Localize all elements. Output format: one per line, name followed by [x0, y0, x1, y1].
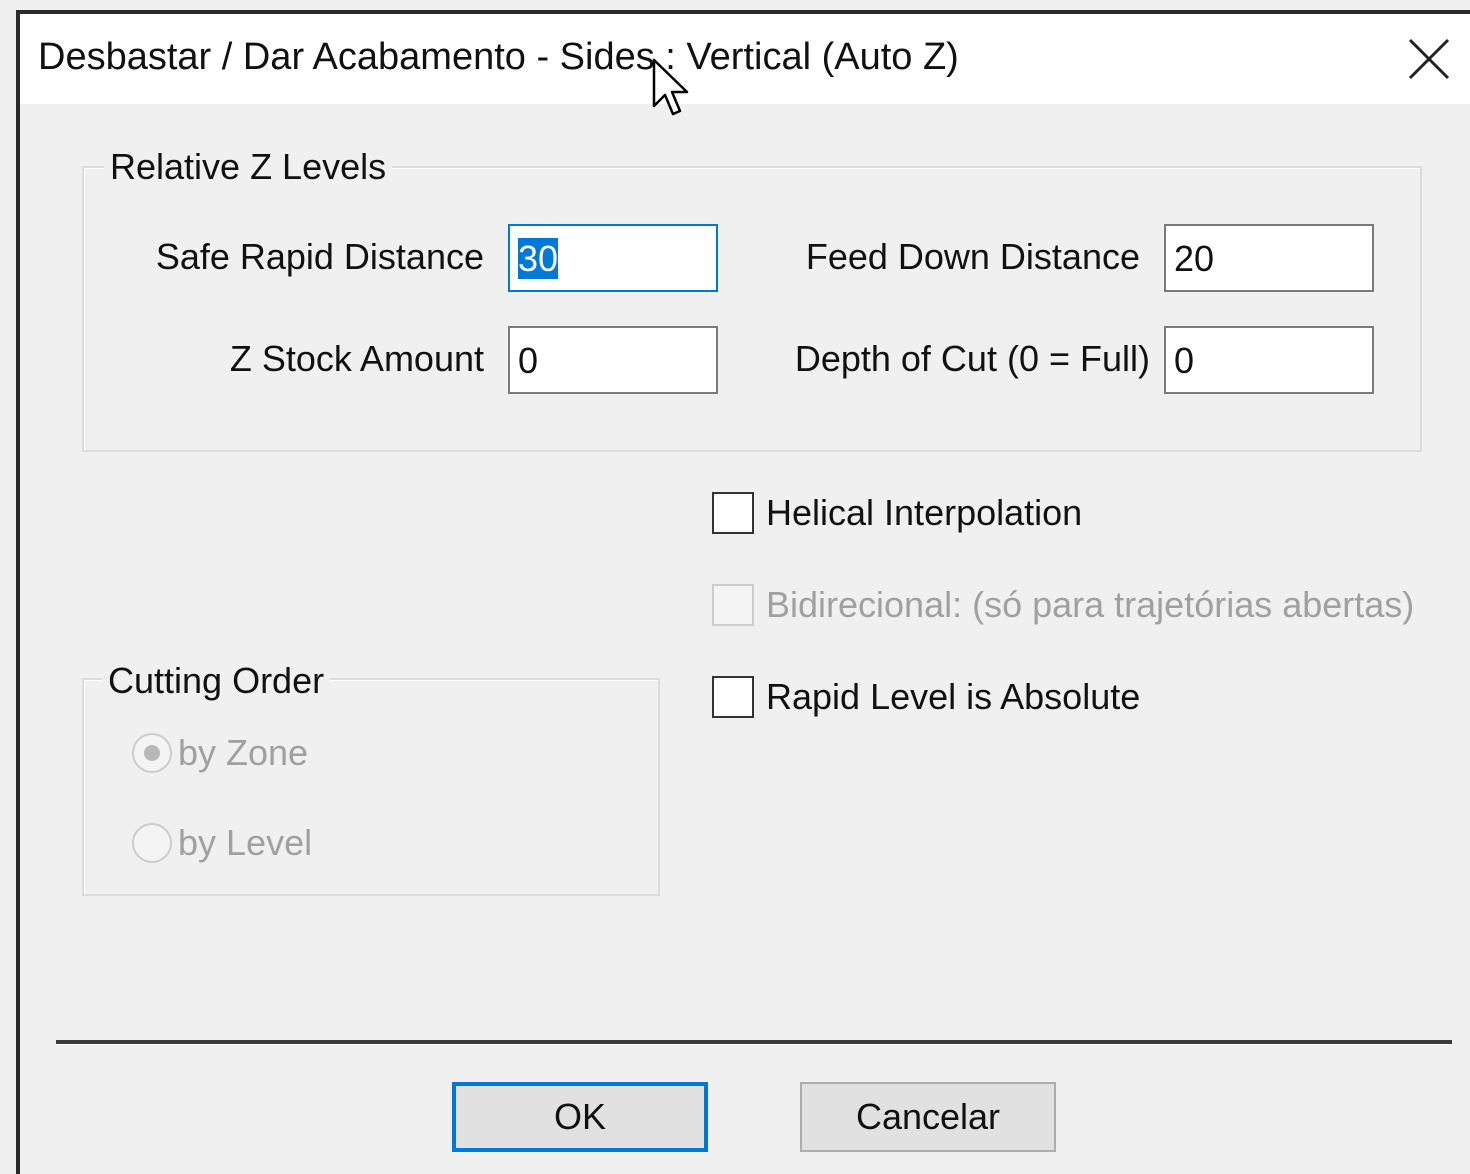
safe-rapid-distance-label: Safe Rapid Distance	[155, 236, 484, 277]
depth-of-cut-input[interactable]: 0	[1164, 326, 1374, 394]
by-level-radio	[132, 823, 172, 863]
window-title: Desbastar / Dar Acabamento - Sides : Ver…	[38, 36, 959, 78]
cancel-button-label: Cancelar	[855, 1096, 1001, 1137]
z-stock-amount-input[interactable]: 0	[508, 326, 718, 394]
depth-of-cut-value: 0	[1174, 340, 1195, 381]
bidirectional-label: Bidirecional: (só para trajetórias abert…	[766, 584, 1415, 625]
feed-down-distance-value: 20	[1174, 238, 1215, 279]
helical-interpolation-label: Helical Interpolation	[766, 492, 1083, 533]
button-separator	[56, 1040, 1452, 1045]
z-stock-amount-value: 0	[518, 340, 539, 381]
depth-of-cut-label: Depth of Cut (0 = Full)	[794, 338, 1150, 379]
close-icon[interactable]	[1406, 36, 1452, 82]
feed-down-distance-label: Feed Down Distance	[805, 236, 1140, 277]
rapid-level-absolute-checkbox[interactable]	[712, 676, 754, 718]
by-zone-label: by Zone	[178, 732, 309, 773]
title-bar[interactable]: Desbastar / Dar Acabamento - Sides : Ver…	[20, 14, 1470, 104]
ok-button-label: OK	[553, 1096, 606, 1137]
cutting-order-label: Cutting Order	[102, 660, 331, 702]
mouse-cursor-icon	[652, 58, 692, 122]
by-zone-radio-row: by Zone	[132, 732, 308, 774]
ok-button[interactable]: OK	[452, 1082, 708, 1152]
cancel-button[interactable]: Cancelar	[800, 1082, 1056, 1152]
dialog-client-area: Relative Z Levels Safe Rapid Distance 30…	[20, 104, 1470, 1174]
z-stock-amount-label: Z Stock Amount	[229, 338, 484, 379]
safe-rapid-distance-value: 30	[518, 238, 559, 279]
bidirectional-checkbox	[712, 584, 754, 626]
by-level-radio-row: by Level	[132, 822, 312, 864]
by-level-label: by Level	[178, 822, 313, 863]
safe-rapid-distance-input[interactable]: 30	[508, 224, 718, 292]
feed-down-distance-input[interactable]: 20	[1164, 224, 1374, 292]
relative-z-levels-group	[82, 166, 1422, 452]
helical-interpolation-checkbox-row[interactable]: Helical Interpolation	[712, 492, 1082, 534]
rapid-level-absolute-label: Rapid Level is Absolute	[766, 676, 1141, 717]
relative-z-levels-label: Relative Z Levels	[104, 146, 393, 188]
by-zone-radio	[132, 733, 172, 773]
rapid-level-absolute-checkbox-row[interactable]: Rapid Level is Absolute	[712, 676, 1140, 718]
bidirectional-checkbox-row: Bidirecional: (só para trajetórias abert…	[712, 584, 1414, 626]
helical-interpolation-checkbox[interactable]	[712, 492, 754, 534]
dialog-window: Desbastar / Dar Acabamento - Sides : Ver…	[16, 10, 1470, 1174]
